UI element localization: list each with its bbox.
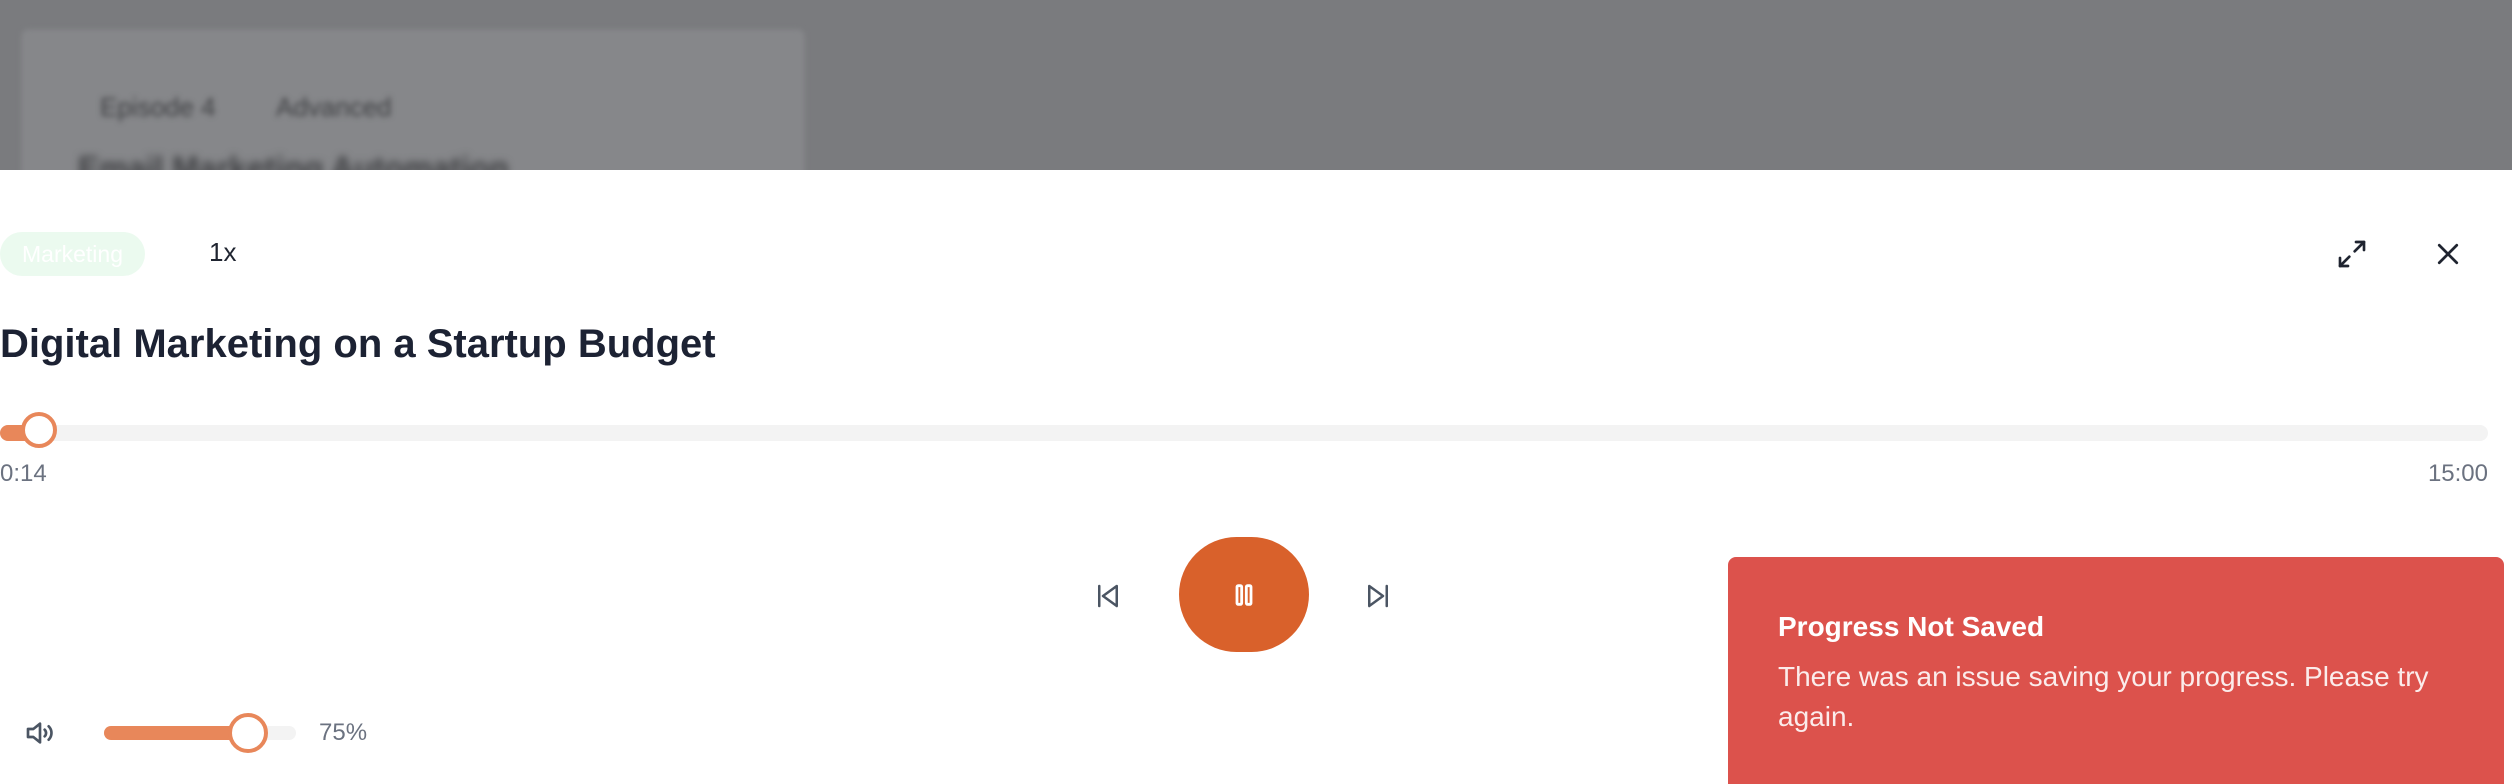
skip-forward-icon bbox=[1368, 584, 1388, 608]
current-time: 0:14 bbox=[0, 460, 47, 487]
background-page: Episode 4 Advanced Email Marketing Autom… bbox=[0, 0, 2512, 170]
progress-bar[interactable] bbox=[0, 412, 2488, 448]
mute-button[interactable] bbox=[18, 711, 62, 755]
skip-back-icon bbox=[1098, 584, 1118, 608]
skip-back-button[interactable] bbox=[1086, 574, 1130, 618]
playback-speed-button[interactable]: 1x bbox=[209, 237, 236, 268]
background-title: Email Marketing Automation bbox=[78, 150, 509, 170]
episode-title: Digital Marketing on a Startup Budget bbox=[0, 322, 716, 366]
category-badge: Marketing bbox=[0, 232, 145, 276]
volume-fill bbox=[104, 726, 248, 740]
expand-button[interactable] bbox=[2330, 232, 2374, 276]
expand-icon bbox=[2338, 240, 2366, 268]
volume-percent: 75% bbox=[319, 719, 368, 746]
volume-icon bbox=[26, 722, 53, 744]
play-pause-button[interactable] bbox=[1179, 537, 1309, 652]
total-time: 15:00 bbox=[2427, 460, 2488, 487]
skip-forward-button[interactable] bbox=[1356, 574, 1400, 618]
volume-slider[interactable] bbox=[104, 713, 296, 753]
background-tag: Episode 4 bbox=[100, 92, 216, 122]
toast-title: Progress Not Saved bbox=[1778, 611, 2045, 642]
background-tag: Advanced bbox=[276, 92, 392, 122]
pause-icon bbox=[1235, 583, 1253, 606]
toast-message: There was an issue saving your progress.… bbox=[1778, 661, 2429, 732]
close-icon bbox=[2437, 243, 2459, 265]
volume-handle[interactable] bbox=[228, 713, 268, 753]
progress-handle[interactable] bbox=[20, 412, 57, 448]
close-button[interactable] bbox=[2426, 232, 2470, 276]
error-toast: Progress Not Saved There was an issue sa… bbox=[1728, 557, 2504, 784]
